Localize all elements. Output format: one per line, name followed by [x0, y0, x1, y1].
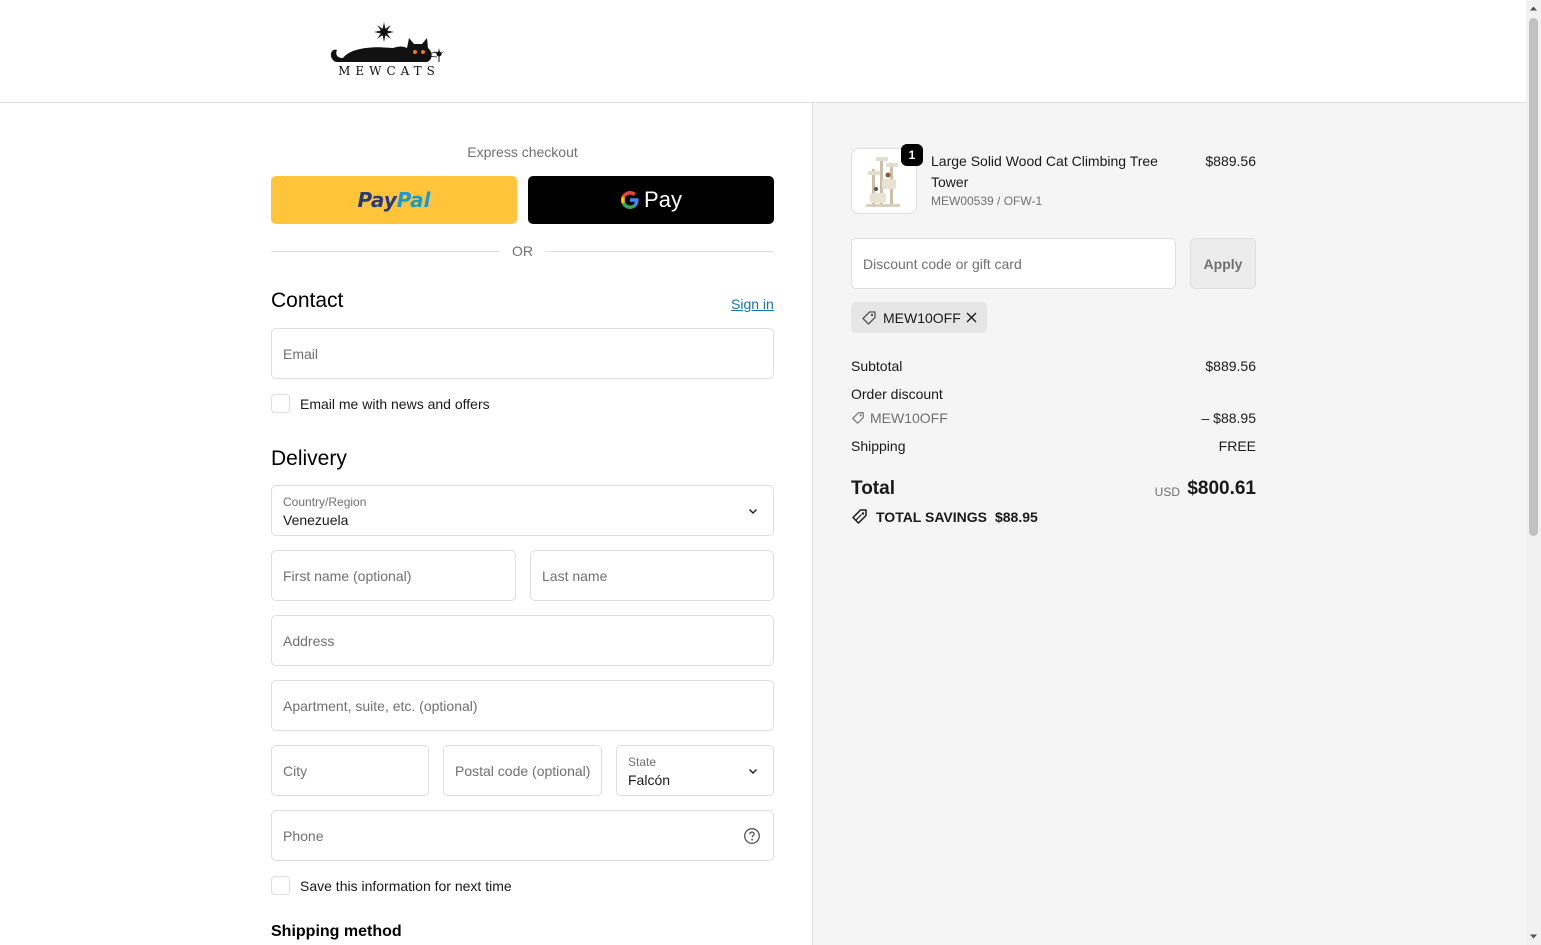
product-price: $889.56: [1205, 153, 1256, 169]
total-label: Total: [851, 478, 895, 499]
country-value: Venezuela: [283, 512, 349, 528]
postal-code-input[interactable]: [444, 746, 601, 795]
newsletter-checkbox[interactable]: [271, 394, 290, 413]
shipping-row: Shipping FREE: [851, 438, 1256, 454]
last-name-input[interactable]: [531, 551, 773, 600]
city-field[interactable]: [271, 745, 429, 796]
checkout-form-panel: Express checkout PayPal Pay OR Contact S…: [0, 103, 812, 945]
first-name-input[interactable]: [272, 551, 515, 600]
discount-code-line: MEW10OFF: [851, 410, 948, 426]
order-summary-panel: 1 Large Solid Wood Cat Climbing Tree Tow…: [812, 103, 1526, 945]
email-field[interactable]: [271, 328, 774, 379]
phone-field[interactable]: [271, 810, 774, 861]
save-info-label: Save this information for next time: [300, 877, 512, 894]
last-name-field[interactable]: [530, 550, 774, 601]
newsletter-option[interactable]: Email me with news and offers: [271, 394, 490, 413]
sign-in-link[interactable]: Sign in: [731, 296, 774, 312]
discount-amount: – $88.95: [1201, 410, 1257, 426]
country-label: Country/Region: [283, 495, 367, 509]
divider-line: [545, 251, 774, 252]
subtotal-label: Subtotal: [851, 358, 903, 374]
email-input[interactable]: [272, 329, 773, 378]
total-savings: TOTAL SAVINGS $88.95: [851, 508, 1038, 526]
google-pay-label: Pay: [644, 187, 682, 212]
contact-heading: Contact: [271, 289, 344, 312]
tag-icon: [862, 310, 876, 325]
scroll-down-arrow-icon[interactable]: [1529, 932, 1538, 941]
shipping-method-heading: Shipping method: [271, 923, 402, 940]
tag-icon: [852, 412, 864, 424]
savings-tag-icon: [852, 509, 867, 524]
city-input[interactable]: [272, 746, 428, 795]
scrollbar-thumb[interactable]: [1529, 18, 1538, 536]
site-header: MEWCATS: [0, 0, 1526, 103]
page-scrollbar[interactable]: [1526, 0, 1541, 945]
address-input[interactable]: [272, 616, 773, 665]
newsletter-label: Email me with news and offers: [300, 395, 490, 412]
postal-code-field[interactable]: [443, 745, 602, 796]
subtotal-value: $889.56: [1205, 358, 1256, 374]
product-name: Large Solid Wood Cat Climbing Tree Tower: [931, 153, 1158, 190]
apartment-field[interactable]: [271, 680, 774, 731]
country-select[interactable]: Country/Region Venezuela: [271, 485, 774, 536]
state-select[interactable]: State Falcón: [616, 745, 774, 796]
order-discount-row: Order discount: [851, 386, 1256, 402]
chevron-down-icon: [749, 769, 757, 774]
subtotal-row: Subtotal $889.56: [851, 358, 1256, 374]
discount-code-input[interactable]: [852, 239, 1175, 288]
save-info-option[interactable]: Save this information for next time: [271, 876, 512, 895]
state-value: Falcón: [628, 772, 671, 788]
paypal-button[interactable]: PayPal: [271, 176, 517, 224]
product-variant: MEW00539 / OFW-1: [931, 194, 1043, 208]
delivery-heading: Delivery: [271, 447, 347, 470]
first-name-field[interactable]: [271, 550, 516, 601]
google-pay-button[interactable]: Pay: [528, 176, 774, 224]
total-amount: $800.61: [1187, 478, 1256, 499]
scroll-up-arrow-icon[interactable]: [1529, 4, 1538, 13]
phone-input[interactable]: [272, 811, 773, 860]
remove-discount-icon[interactable]: [964, 310, 979, 325]
savings-amount: $88.95: [994, 509, 1038, 525]
chevron-down-icon: [749, 509, 757, 514]
shipping-value: FREE: [1218, 438, 1256, 454]
savings-label: TOTAL SAVINGS: [876, 509, 987, 525]
applied-discount-chip: MEW10OFF: [851, 302, 987, 333]
quantity-badge: 1: [901, 144, 923, 166]
applied-discount-code: MEW10OFF: [883, 309, 961, 326]
cat-logo-icon: [330, 22, 444, 62]
address-field[interactable]: [271, 615, 774, 666]
logo-wordmark: MEWCATS: [338, 64, 440, 78]
product-thumbnail: 1: [851, 144, 923, 214]
google-g-icon: [621, 191, 639, 209]
shipping-label: Shipping: [851, 438, 906, 454]
order-discount-label: Order discount: [851, 386, 943, 402]
paypal-logo: PayPal: [357, 188, 431, 212]
or-divider: OR: [271, 242, 774, 262]
apply-discount-button[interactable]: Apply: [1190, 238, 1256, 289]
state-label: State: [628, 755, 657, 769]
help-circle-icon[interactable]: [743, 827, 761, 845]
discount-code-text: MEW10OFF: [870, 410, 948, 426]
express-checkout-label: Express checkout: [467, 144, 578, 160]
discount-code-field[interactable]: [851, 238, 1176, 289]
mewcats-logo[interactable]: MEWCATS: [327, 20, 451, 82]
apartment-input[interactable]: [272, 681, 773, 730]
save-info-checkbox[interactable]: [271, 876, 290, 895]
